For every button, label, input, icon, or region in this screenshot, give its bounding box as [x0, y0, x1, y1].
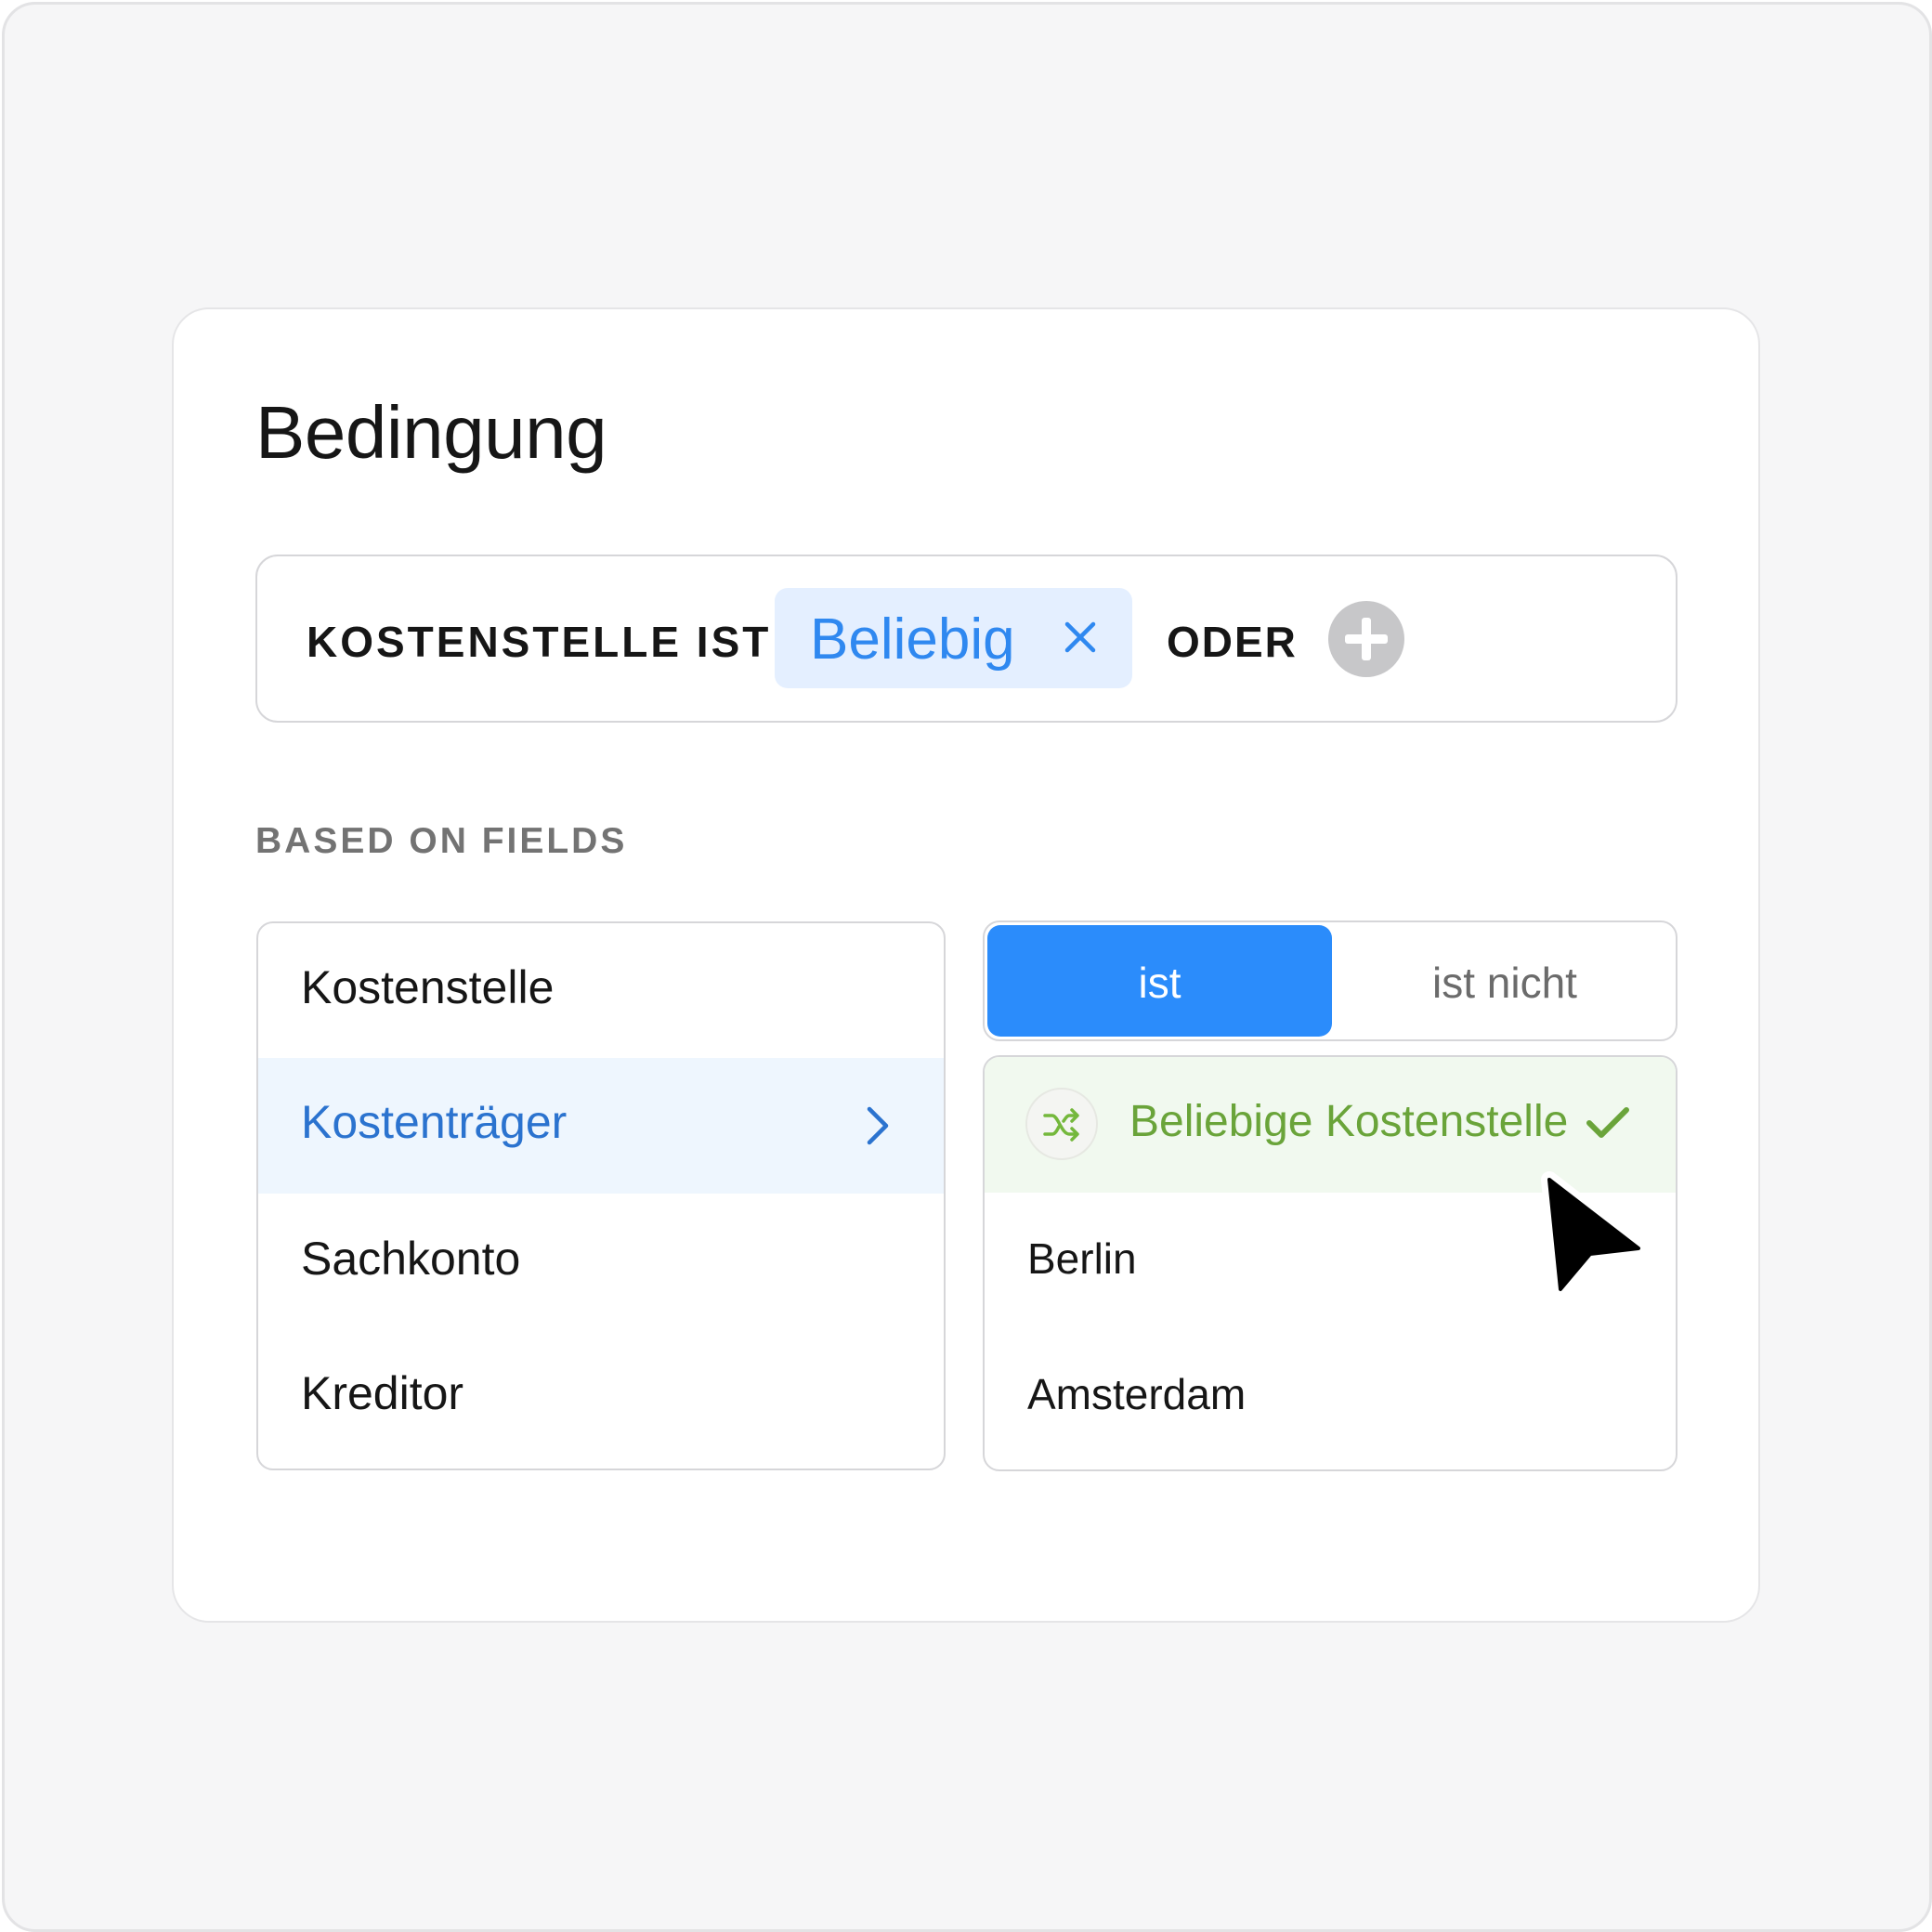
toggle-option-label: ist nicht: [1432, 959, 1577, 1007]
chevron-right-icon: [867, 1106, 889, 1145]
operator-toggle: ist ist nicht: [983, 920, 1677, 1041]
toggle-option-ist-nicht[interactable]: ist nicht: [1336, 925, 1674, 1037]
mouse-cursor-icon: [1541, 1171, 1647, 1298]
field-item-label: Sachkonto: [301, 1233, 521, 1285]
value-item-label: Berlin: [1027, 1234, 1137, 1283]
field-item-label: Kostenträger: [301, 1096, 568, 1148]
field-item-kostenstelle[interactable]: Kostenstelle: [258, 923, 944, 1059]
connector-label: ODER: [1167, 618, 1298, 666]
field-item-kreditor[interactable]: Kreditor: [258, 1329, 944, 1465]
value-chip-label: Beliebig: [810, 607, 1015, 672]
condition-label: KOSTENSTELLE IST: [307, 618, 772, 666]
field-item-label: Kostenstelle: [301, 961, 555, 1013]
field-item-kostentraeger[interactable]: Kostenträger: [258, 1058, 944, 1194]
field-list: Kostenstelle Kostenträger Sachkonto Kred…: [256, 921, 946, 1470]
add-condition-button[interactable]: [1328, 601, 1404, 677]
check-icon: [1586, 1107, 1629, 1138]
value-item-label: Amsterdam: [1027, 1370, 1247, 1418]
value-item-amsterdam[interactable]: Amsterdam: [985, 1328, 1676, 1464]
toggle-option-label: ist: [1138, 959, 1181, 1007]
close-icon[interactable]: [1062, 619, 1099, 656]
section-label: BASED ON FIELDS: [255, 821, 628, 861]
field-item-label: Kreditor: [301, 1367, 464, 1419]
field-item-sachkonto[interactable]: Sachkonto: [258, 1194, 944, 1330]
value-item-label: Beliebige Kostenstelle: [1129, 1097, 1569, 1146]
page-title: Bedingung: [255, 391, 607, 474]
shuffle-icon: [1025, 1088, 1098, 1160]
toggle-option-ist[interactable]: ist: [987, 925, 1332, 1037]
